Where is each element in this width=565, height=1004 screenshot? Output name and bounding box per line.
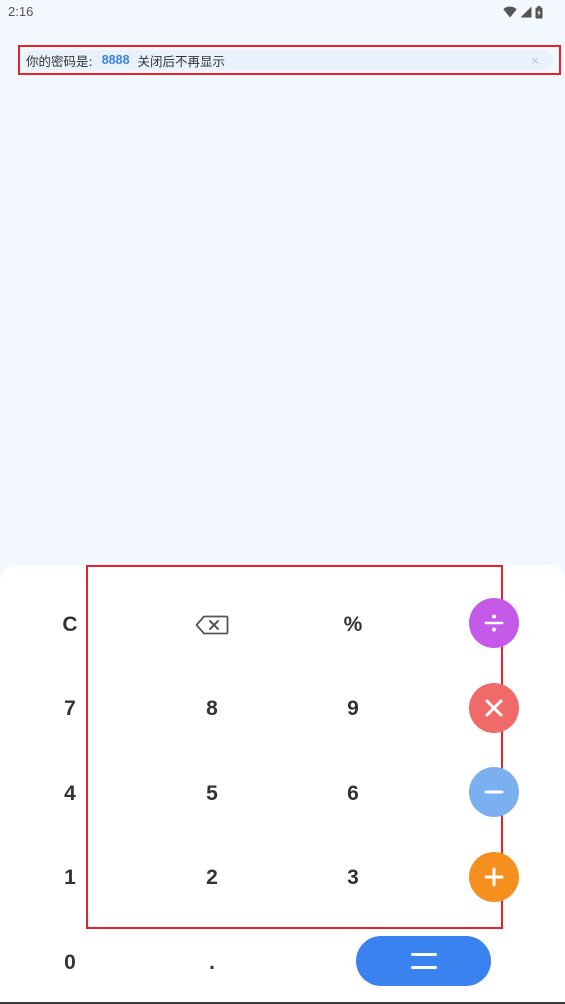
percent-button[interactable]: %: [323, 600, 383, 650]
digit-9-button[interactable]: 9: [323, 684, 383, 734]
digit-1-button[interactable]: 1: [40, 853, 100, 903]
calculator-keypad: C % 7 8 9 4 5 6 1 2 3 0 .: [0, 565, 565, 1004]
decimal-point-button[interactable]: .: [182, 938, 242, 988]
backspace-icon: [195, 615, 229, 635]
multiply-icon: [485, 699, 503, 717]
battery-icon: [535, 5, 543, 18]
digit-3-button[interactable]: 3: [323, 853, 383, 903]
divide-icon: [484, 614, 504, 632]
digit-2-button[interactable]: 2: [182, 853, 242, 903]
digit-8-button[interactable]: 8: [182, 684, 242, 734]
digit-7-button[interactable]: 7: [40, 684, 100, 734]
digit-6-button[interactable]: 6: [323, 769, 383, 819]
notice-suffix: 关闭后不再显示: [137, 53, 226, 69]
signal-icon: [520, 6, 532, 18]
wifi-icon: [503, 6, 517, 18]
status-bar: 2:16: [0, 0, 565, 24]
minus-button[interactable]: [469, 767, 519, 817]
clear-button[interactable]: C: [40, 600, 100, 650]
plus-button[interactable]: [469, 852, 519, 902]
status-icons: [503, 4, 543, 20]
keypad-highlight-box: [86, 565, 503, 929]
minus-icon: [484, 790, 504, 794]
notice-password: 8888: [101, 53, 130, 67]
password-notice-bar: 你的密码是: 8888 关闭后不再显示 ×: [22, 50, 553, 70]
digit-5-button[interactable]: 5: [182, 769, 242, 819]
backspace-button[interactable]: [182, 600, 242, 650]
notice-close-icon[interactable]: ×: [527, 52, 543, 68]
digit-4-button[interactable]: 4: [40, 769, 100, 819]
multiply-button[interactable]: [469, 683, 519, 733]
digit-0-button[interactable]: 0: [40, 938, 100, 988]
equals-icon: [410, 953, 437, 969]
notice-prefix: 你的密码是:: [26, 53, 93, 69]
status-time: 2:16: [8, 4, 34, 19]
password-notice: 你的密码是: 8888 关闭后不再显示 ×: [18, 45, 561, 75]
divide-button[interactable]: [469, 598, 519, 648]
plus-icon: [484, 867, 504, 887]
equals-button[interactable]: [356, 936, 491, 986]
